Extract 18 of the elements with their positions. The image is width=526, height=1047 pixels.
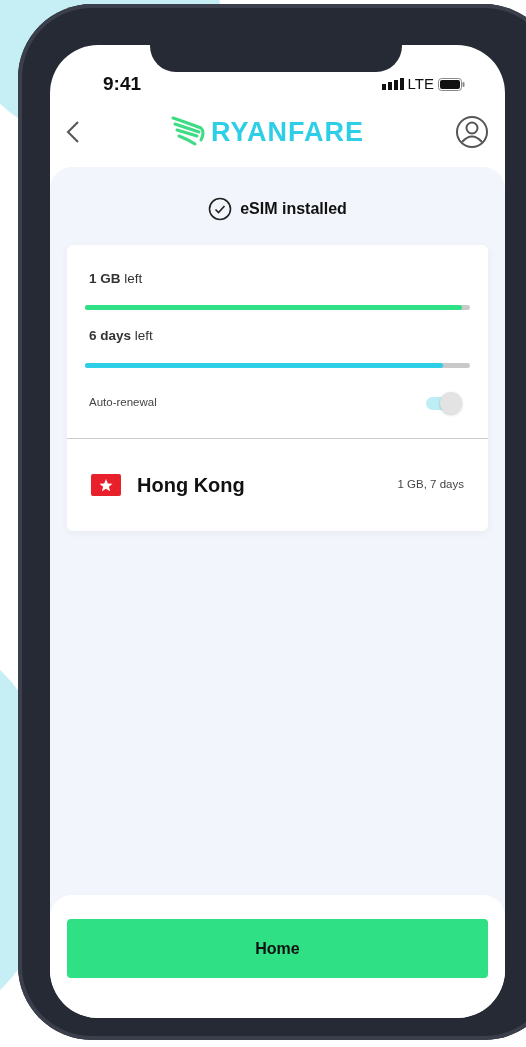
status-title: eSIM installed (240, 199, 347, 219)
network-label: LTE (407, 73, 434, 94)
wing-icon (170, 116, 207, 148)
usage-label: 1 GB left (88, 270, 144, 288)
signal-icon (381, 78, 404, 90)
status-time: 9:41 (103, 71, 142, 96)
battery-icon (438, 77, 465, 91)
usage-label: 6 days left (88, 327, 154, 346)
home-button[interactable]: Home (67, 919, 488, 978)
plan-details: 1 GB, 7 days (397, 476, 464, 492)
auto-renewal-toggle[interactable] (426, 391, 462, 414)
check-circle-icon (208, 197, 233, 221)
country-name: Hong Kong (137, 472, 245, 498)
logo-text: RYANFARE (210, 115, 364, 149)
auto-renewal-label: Auto-renewal (89, 394, 157, 410)
back-button[interactable] (66, 119, 80, 145)
flag-icon (91, 473, 121, 496)
profile-button[interactable] (455, 115, 489, 149)
